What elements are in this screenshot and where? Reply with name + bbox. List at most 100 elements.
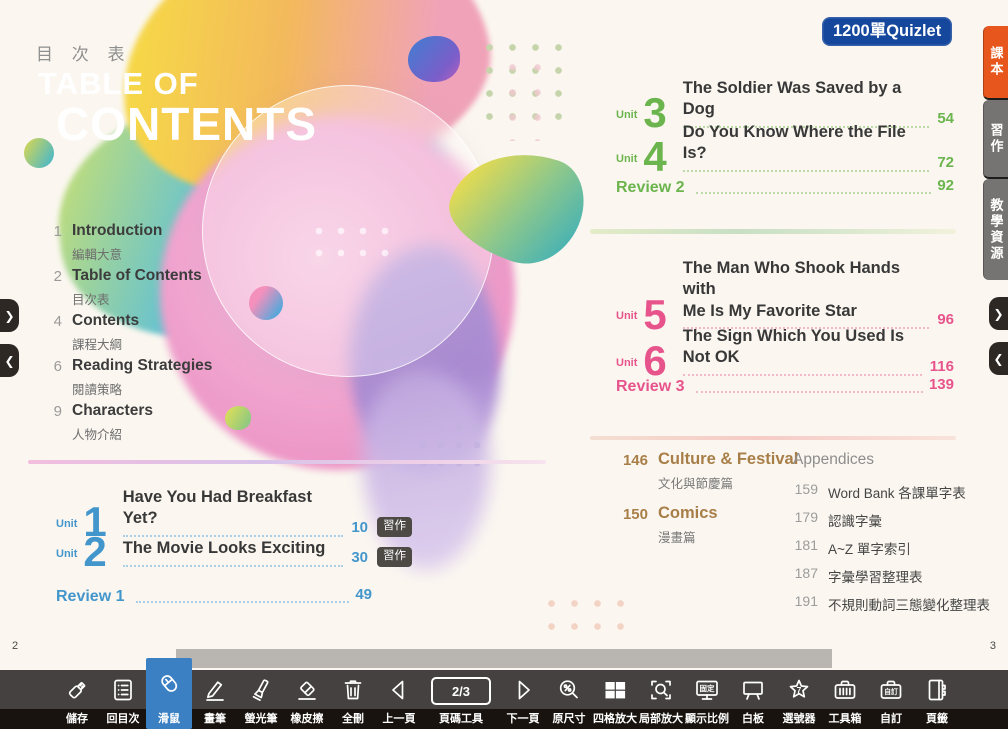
section-culture: 146 Culture & Festival 文化與節慶篇 (616, 450, 798, 492)
tool-page-indicator[interactable]: 2/3 頁碼工具 (422, 670, 500, 729)
tool-label: 局部放大 (639, 709, 683, 729)
tool-label: 下一頁 (507, 709, 540, 729)
section-title: Comics (658, 504, 718, 523)
tool-display-ratio[interactable]: 固定 顯示比例 (684, 670, 730, 729)
right-edge-collapse-button[interactable]: ❮ (989, 342, 1008, 375)
appendix-item: 187 字彙學習整理表 (790, 565, 923, 586)
tool-toolbox[interactable]: 工具箱 (822, 670, 868, 729)
unit-title-line2: Me Is My Favorite Star (683, 301, 930, 322)
tool-number-picker[interactable]: 7 選號器 (776, 670, 822, 729)
unit-word: Unit (616, 310, 637, 322)
tool-label: 橡皮擦 (291, 709, 324, 729)
toc-page-number: 6 (40, 357, 62, 398)
review-label: Review 2 (616, 179, 684, 197)
toc-title: Table of Contents (72, 267, 202, 285)
bottom-toolbar: 儲存 回目次 滑鼠 畫筆 螢光筆 橡皮擦 (0, 670, 1008, 729)
trash-icon (340, 677, 366, 703)
appendix-text: Word Bank 各課單字表 (828, 481, 966, 502)
left-edge-collapse-button[interactable]: ❮ (0, 344, 19, 377)
left-edge-expand-button[interactable]: ❯ (0, 299, 19, 332)
tool-label: 工具箱 (829, 709, 862, 729)
unit-title-line1: The Man Who Shook Hands with (683, 258, 930, 301)
appendix-page-number: 187 (790, 565, 818, 586)
tool-custom[interactable]: 自訂 自訂 (868, 670, 914, 729)
appendix-text: 認識字彙 (828, 509, 882, 530)
toc-item: 2 Table of Contents 目次表 (40, 267, 202, 308)
toc-item: 6 Reading Strategies 閱讀策略 (40, 357, 212, 398)
tool-eraser[interactable]: 橡皮擦 (284, 670, 330, 729)
unit-number: 4 (643, 140, 666, 174)
whiteboard-icon (740, 677, 766, 703)
svg-text:固定: 固定 (700, 683, 715, 693)
tool-label: 畫筆 (204, 709, 226, 729)
tool-whiteboard[interactable]: 白板 (730, 670, 776, 729)
unit-page-number: 72 (937, 154, 954, 171)
tool-delete-all[interactable]: 全刪 (330, 670, 376, 729)
tool-label: 四格放大 (593, 709, 637, 729)
unit-page-number: 116 (930, 358, 954, 375)
tool-page-tabs[interactable]: 頁籤 (914, 670, 960, 729)
unit-word: Unit (56, 518, 77, 530)
page-title-line2: CONTENTS (56, 97, 317, 151)
toc-title: Introduction (72, 222, 162, 240)
dotted-leader (696, 390, 922, 393)
unit-page-number: 10 (351, 519, 368, 536)
partial-zoom-icon (648, 677, 674, 703)
tool-label: 頁碼工具 (439, 709, 483, 729)
unit-number: 2 (83, 535, 106, 569)
white-dot-grid (308, 220, 398, 262)
toc-page-number: 1 (40, 222, 62, 263)
svg-text:7: 7 (797, 685, 802, 695)
tool-next-page[interactable]: 下一頁 (500, 670, 546, 729)
review-label: Review 3 (616, 378, 684, 396)
right-edge-expand-button[interactable]: ❯ (989, 297, 1008, 330)
workbook-badge[interactable]: 習作 (377, 517, 412, 537)
tool-pen[interactable]: 畫筆 (192, 670, 238, 729)
pink-dot-grid-bottom (540, 592, 636, 640)
appendix-item: 191 不規則動詞三態變化整理表 (790, 593, 990, 614)
appendix-item: 179 認識字彙 (790, 509, 882, 530)
tool-back-to-toc[interactable]: 回目次 (100, 670, 146, 729)
tool-label: 儲存 (66, 709, 88, 729)
tab-textbook[interactable]: 課本 (983, 26, 1008, 100)
small-yellow-ball-decoration (225, 406, 251, 430)
tab-workbook[interactable]: 習作 (983, 100, 1008, 179)
unit-5-row: Unit 5 The Man Who Shook Hands with Me I… (616, 258, 954, 331)
tool-label: 回目次 (107, 709, 140, 729)
tool-prev-page[interactable]: 上一頁 (376, 670, 422, 729)
tab-teaching-resources[interactable]: 教學資源 (983, 179, 1008, 280)
review-label: Review 1 (56, 588, 124, 606)
toolbox-icon (832, 677, 858, 703)
usb-save-icon (64, 677, 90, 703)
toc-subtitle: 人物介紹 (72, 424, 153, 443)
review-3-row: Review 3 139 (616, 376, 954, 396)
blue-ball-decoration (408, 36, 460, 82)
right-page-divider-2 (590, 436, 956, 440)
workbook-badge[interactable]: 習作 (377, 547, 412, 567)
review-page-number: 49 (355, 586, 372, 603)
page-indicator-box: 2/3 (431, 677, 491, 705)
tool-highlighter[interactable]: 螢光筆 (238, 670, 284, 729)
section-page-number: 150 (616, 504, 648, 546)
tool-four-grid-zoom[interactable]: 四格放大 (592, 670, 638, 729)
toc-subtitle: 編輯大意 (72, 244, 162, 263)
appendix-text: 字彙學習整理表 (828, 565, 923, 586)
unit-1-row: Unit 1 Have You Had Breakfast Yet? 10 習作 (56, 487, 412, 539)
right-corner-page-number: 3 (990, 640, 996, 652)
tool-save[interactable]: 儲存 (54, 670, 100, 729)
review-1-row: Review 1 49 (56, 586, 372, 606)
toc-item: 1 Introduction 編輯大意 (40, 222, 162, 263)
unit-6-row: Unit 6 The Sign Which You Used Is Not OK… (616, 326, 954, 378)
tool-mouse[interactable]: 滑鼠 (146, 658, 192, 729)
section-subtitle: 漫畫篇 (658, 527, 718, 546)
page-tabs-icon (924, 677, 950, 703)
tool-original-size[interactable]: 原尺寸 (546, 670, 592, 729)
next-page-icon (510, 677, 536, 703)
quizlet-button[interactable]: 1200單Quizlet (822, 17, 952, 46)
unit-4-row: Unit 4 Do You Know Where the File Is? 72 (616, 122, 954, 174)
tool-label: 全刪 (342, 709, 364, 729)
toc-title: Reading Strategies (72, 357, 212, 375)
tool-label: 選號器 (783, 709, 816, 729)
eraser-icon (294, 677, 320, 703)
tool-partial-zoom[interactable]: 局部放大 (638, 670, 684, 729)
